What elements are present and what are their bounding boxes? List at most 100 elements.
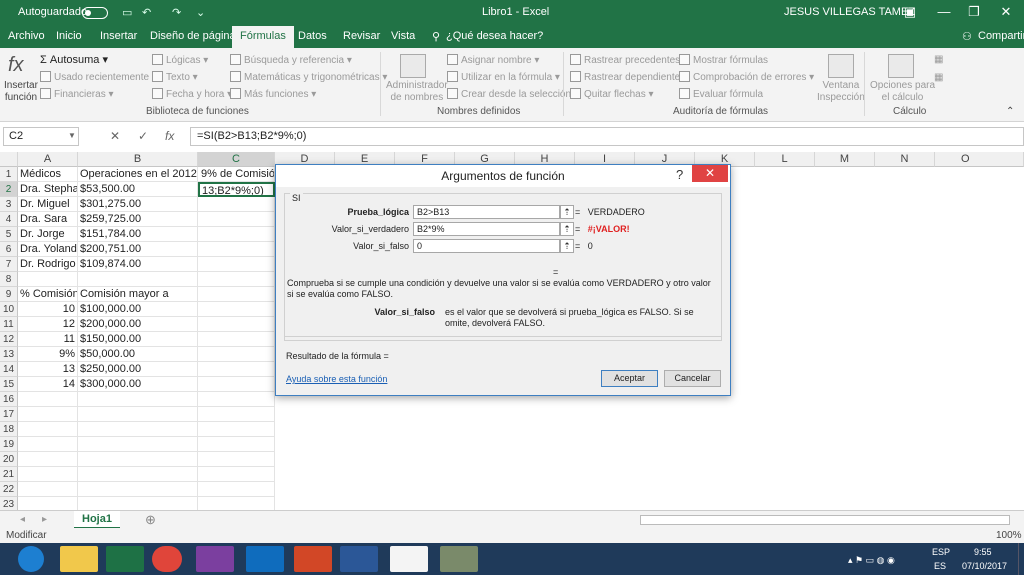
lookup-button[interactable]: Búsqueda y referencia ▾	[230, 54, 352, 66]
row-header[interactable]: 14	[0, 362, 18, 377]
insert-function-button[interactable]: Insertar función	[4, 80, 38, 104]
cell-c[interactable]	[198, 362, 275, 377]
column-header[interactable]: L	[755, 152, 815, 167]
cell-a[interactable]: 14	[18, 377, 78, 392]
calc-now-icon[interactable]: ▦	[934, 54, 943, 65]
trace-precedents-button[interactable]: Rastrear precedentes	[570, 54, 680, 66]
row-header[interactable]: 12	[0, 332, 18, 347]
row-header[interactable]: 10	[0, 302, 18, 317]
logical-button[interactable]: Lógicas ▾	[152, 54, 208, 66]
row-header[interactable]: 11	[0, 317, 18, 332]
cell-a[interactable]: % Comisión	[18, 287, 78, 302]
ribbon-options-icon[interactable]: ▣	[894, 0, 926, 26]
cell-a[interactable]	[18, 497, 78, 510]
row-header[interactable]: 17	[0, 407, 18, 422]
word-icon[interactable]	[340, 546, 378, 572]
cell-a[interactable]	[18, 437, 78, 452]
excel-taskbar-icon[interactable]	[106, 546, 144, 572]
error-checking-button[interactable]: Comprobación de errores ▾	[679, 71, 814, 83]
prev-sheet-icon[interactable]: ◂	[20, 514, 25, 525]
cell-c[interactable]	[198, 317, 275, 332]
row-header[interactable]: 20	[0, 452, 18, 467]
cell-c[interactable]	[198, 437, 275, 452]
cell-a[interactable]	[18, 422, 78, 437]
name-manager-button[interactable]: Administrador de nombres	[386, 80, 448, 104]
row-header[interactable]: 7	[0, 257, 18, 272]
show-formulas-button[interactable]: Mostrar fórmulas	[679, 54, 768, 66]
assign-name-button[interactable]: Asignar nombre ▾	[447, 54, 539, 66]
row-header[interactable]: 6	[0, 242, 18, 257]
tab-diseno[interactable]: Diseño de página	[150, 30, 236, 42]
arg-input-value-if-true[interactable]: B2*9%	[413, 222, 560, 236]
cell-b[interactable]: Comisión mayor a	[78, 287, 198, 302]
trace-dependents-button[interactable]: Rastrear dependientes	[570, 71, 685, 83]
row-header[interactable]: 3	[0, 197, 18, 212]
save-icon[interactable]: ▭	[122, 6, 132, 19]
input-lang-2[interactable]: ES	[934, 561, 946, 571]
tab-datos[interactable]: Datos	[298, 30, 327, 42]
cell-a[interactable]: Médicos	[18, 167, 78, 182]
confirm-entry-icon[interactable]: ✓	[138, 129, 148, 143]
redo-icon[interactable]: ↷	[172, 6, 181, 19]
column-header[interactable]: B	[78, 152, 198, 167]
restore-icon[interactable]: ❐	[958, 0, 990, 26]
cell-b[interactable]	[78, 482, 198, 497]
cell-c[interactable]	[198, 287, 275, 302]
sheet-tab-hoja1[interactable]: Hoja1	[74, 511, 120, 529]
minimize-icon[interactable]: —	[928, 0, 960, 26]
cell-b[interactable]: $300,000.00	[78, 377, 198, 392]
cell-b[interactable]: $100,000.00	[78, 302, 198, 317]
tab-vista[interactable]: Vista	[391, 30, 415, 42]
cell-c[interactable]: 9% de Comisión	[198, 167, 275, 182]
next-sheet-icon[interactable]: ▸	[42, 514, 47, 525]
watch-window-button[interactable]: Ventana Inspección	[817, 80, 865, 104]
column-header[interactable]: M	[815, 152, 875, 167]
cell-a[interactable]: Dra. Sara	[18, 212, 78, 227]
datetime-button[interactable]: Fecha y hora ▾	[152, 88, 232, 100]
cell-b[interactable]: $200,000.00	[78, 317, 198, 332]
cell-b[interactable]: $151,784.00	[78, 227, 198, 242]
arg-input-logical-test[interactable]: B2>B13	[413, 205, 560, 219]
cell-b[interactable]	[78, 422, 198, 437]
show-desktop-button[interactable]	[1018, 543, 1024, 575]
cell-b[interactable]: $301,275.00	[78, 197, 198, 212]
cell-a[interactable]	[18, 272, 78, 287]
cell-b[interactable]: $53,500.00	[78, 182, 198, 197]
row-header[interactable]: 15	[0, 377, 18, 392]
cell-a[interactable]	[18, 452, 78, 467]
formula-input[interactable]: =SI(B2>B13;B2*9%;0)	[190, 127, 1024, 146]
cell-a[interactable]: Dra. Stephan	[18, 182, 78, 197]
close-window-icon[interactable]: ✕	[990, 0, 1022, 26]
avast-icon[interactable]	[390, 546, 428, 572]
cell-a[interactable]: 12	[18, 317, 78, 332]
cell-b[interactable]	[78, 272, 198, 287]
tell-me-search[interactable]: ¿Qué desea hacer?	[446, 30, 543, 42]
calc-options-icon[interactable]	[888, 54, 914, 78]
row-header[interactable]: 13	[0, 347, 18, 362]
cell-a[interactable]: 9%	[18, 347, 78, 362]
help-link[interactable]: Ayuda sobre esta función	[286, 374, 387, 385]
clock-date[interactable]: 07/10/2017	[962, 561, 1007, 571]
add-sheet-icon[interactable]: ⊕	[145, 512, 156, 528]
cell-c[interactable]	[198, 392, 275, 407]
cell-b[interactable]	[78, 407, 198, 422]
powerpoint-icon[interactable]	[294, 546, 332, 572]
cell-a[interactable]	[18, 467, 78, 482]
ok-button[interactable]: Aceptar	[601, 370, 658, 387]
evaluate-formula-button[interactable]: Evaluar fórmula	[679, 88, 763, 100]
share-button[interactable]: Compartir	[978, 30, 1024, 42]
cell-a[interactable]: Dr. Miguel	[18, 197, 78, 212]
horizontal-scrollbar[interactable]	[640, 515, 1010, 525]
cell-a[interactable]: Dr. Rodrigo	[18, 257, 78, 272]
row-header[interactable]: 21	[0, 467, 18, 482]
undo-icon[interactable]: ↶	[142, 6, 151, 19]
row-header[interactable]: 4	[0, 212, 18, 227]
calc-options-button[interactable]: Opciones para el cálculo	[870, 80, 935, 104]
financial-button[interactable]: Financieras ▾	[40, 88, 114, 100]
dialog-help-icon[interactable]: ?	[676, 167, 683, 182]
row-header[interactable]: 9	[0, 287, 18, 302]
cell-c[interactable]	[198, 407, 275, 422]
column-header[interactable]: O	[935, 152, 1024, 167]
cell-b[interactable]	[78, 392, 198, 407]
chrome-icon[interactable]	[152, 546, 182, 572]
